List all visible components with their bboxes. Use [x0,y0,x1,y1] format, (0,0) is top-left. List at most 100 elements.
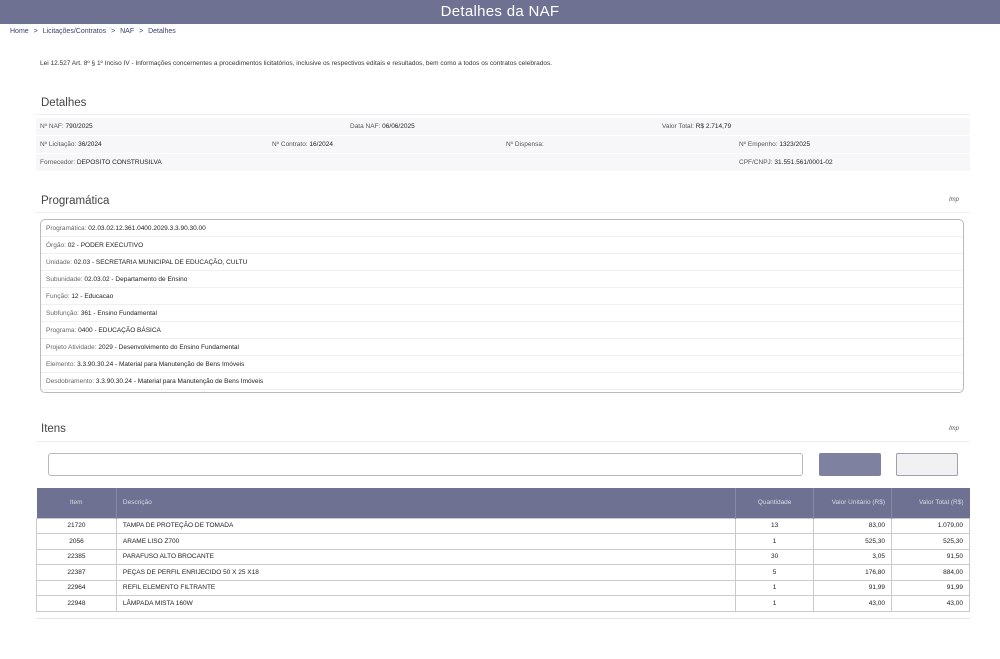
cell-item: 22385 [36,548,117,565]
page-title: Detalhes da NAF [440,3,560,20]
empenho-value: 1323/2025 [779,141,811,148]
divider [36,212,970,213]
cell-quantidade: 1 [735,579,815,596]
prog-label: Subunidade: [46,276,83,283]
col-header-valor-unitario[interactable]: Valor Unitário (R$) [813,488,893,518]
breadcrumb-separator: > [111,28,116,35]
detalhes-title: Detalhes [41,97,87,109]
prog-item-elemento: Elemento: 3.3.90.30.24 - Material para M… [41,356,963,373]
table-row: 21720 TAMPA DE PROTEÇÃO DE TOMADA 13 83,… [36,517,970,534]
table-row: 22964 REFIL ELEMENTO FILTRANTE 1 91,99 9… [36,579,970,596]
fornecedor-field: Fornecedor: DEPOSITO CONSTRUSILVA [40,154,162,171]
cpf-cnpj-value: 31.551.561/0001-02 [774,159,833,166]
empenho-field: Nº Empenho: 1323/2025 [739,136,810,153]
cell-quantidade: 13 [735,517,815,534]
valor-total-field: Valor Total: R$ 2.714,79 [662,118,731,135]
cell-quantidade: 1 [735,533,815,550]
search-button[interactable] [819,453,881,476]
cell-descricao: LÂMPADA MISTA 160W [115,595,737,612]
data-naf-field: Data NAF: 06/06/2025 [350,118,415,135]
prog-value: 12 - Educacao [71,293,114,300]
fornecedor-label: Fornecedor: [40,159,76,166]
cell-descricao: PARAFUSO ALTO BROCANTE [115,548,737,565]
col-header-valor-total[interactable]: Valor Total (R$) [891,488,970,518]
breadcrumb-naf[interactable]: NAF [120,28,134,35]
prog-label: Unidade: [46,259,73,266]
cell-valor-unitario: 43,00 [813,595,893,612]
breadcrumb-licitacoes[interactable]: Licitações/Contratos [43,28,106,35]
clear-button[interactable] [896,453,958,476]
prog-item-orgao: Órgão: 02 - PODER EXECUTIVO [41,237,963,254]
table-header-row: Item Descrição Quantidade Valor Unitário… [36,488,970,518]
cell-descricao: REFIL ELEMENTO FILTRANTE [115,579,737,596]
cell-item: 22948 [36,595,117,612]
breadcrumb: Home > Licitações/Contratos > NAF > Deta… [10,28,179,35]
prog-item-programa: Programa: 0400 - EDUCAÇÃO BÁSICA [41,322,963,339]
cell-item: 2056 [36,533,117,550]
prog-item-unidade: Unidade: 02.03 - SECRETARIA MUNICIPAL DE… [41,254,963,271]
table-row: 22387 PEÇAS DE PERFIL ENRIJECIDO 50 X 25… [36,564,970,581]
data-naf-label: Data NAF: [350,123,381,130]
breadcrumb-separator: > [33,28,38,35]
prog-item-subfuncao: Subfunção: 361 - Ensino Fundamental [41,305,963,322]
cell-quantidade: 5 [735,564,815,581]
programatica-print-link[interactable]: Imp [949,197,959,203]
prog-item-desdobramento: Desdobramento: 3.3.90.30.24 - Material p… [41,373,963,390]
cell-quantidade: 30 [735,548,815,565]
fornecedor-value: DEPOSITO CONSTRUSILVA [76,159,162,166]
prog-value: 3.3.90.30.24 - Material para Manutenção … [77,361,245,368]
prog-item-projeto-atividade: Projeto Atividade: 2029 - Desenvolviment… [41,339,963,356]
prog-item-subunidade: Subunidade: 02.03.02 - Departamento de E… [41,271,963,288]
breadcrumb-home[interactable]: Home [10,28,29,35]
cell-valor-total: 884,00 [891,564,970,581]
divider [36,618,970,619]
cell-valor-total: 1.079,00 [891,517,970,534]
prog-value: 2029 - Desenvolvimento do Ensino Fundame… [98,344,239,351]
prog-label: Programa: [46,327,77,334]
cell-item: 21720 [36,517,117,534]
prog-label: Projeto Atividade: [46,344,97,351]
empenho-label: Nº Empenho: [739,141,778,148]
col-header-quantidade[interactable]: Quantidade [735,488,815,518]
prog-value: 361 - Ensino Fundamental [80,310,157,317]
col-header-descricao[interactable]: Descrição [116,488,737,518]
itens-table: Item Descrição Quantidade Valor Unitário… [36,488,970,612]
naf-label: Nº NAF: [40,123,64,130]
table-row: 22948 LÂMPADA MISTA 160W 1 43,00 43,00 [36,595,970,612]
itens-print-link[interactable]: Imp [949,426,959,432]
dispensa-label: Nº Dispensa: [506,141,544,148]
licitacao-value: 36/2024 [78,141,102,148]
prog-label: Programática: [46,225,87,232]
breadcrumb-detalhes: Detalhes [148,28,176,35]
cell-valor-unitario: 91,99 [813,579,893,596]
prog-item-programatica: Programática: 02.03.02.12.361.0400.2029.… [41,220,963,237]
naf-value: 790/2025 [65,123,93,130]
cell-valor-total: 91,50 [891,548,970,565]
detalhes-row-2: Nº Licitação: 36/2024 Nº Contrato: 16/20… [36,136,970,153]
itens-title: Itens [41,423,66,435]
detalhes-row-1: Nº NAF: 790/2025 Data NAF: 06/06/2025 Va… [36,118,970,135]
cell-valor-unitario: 83,00 [813,517,893,534]
itens-search-input[interactable] [48,453,803,476]
cell-descricao: PEÇAS DE PERFIL ENRIJECIDO 50 X 25 X18 [115,564,737,581]
prog-value: 3.3.90.30.24 - Material para Manutenção … [95,378,264,385]
cell-descricao: TAMPA DE PROTEÇÃO DE TOMADA [115,517,737,534]
contrato-field: Nº Contrato: 16/2024 [272,136,333,153]
cell-valor-total: 43,00 [891,595,970,612]
col-header-item[interactable]: Item [36,488,117,518]
prog-label: Elemento: [46,361,76,368]
prog-value: 02.03 - SECRETARIA MUNICIPAL DE EDUCAÇÃO… [73,259,248,266]
dispensa-field: Nº Dispensa: [506,136,544,153]
cell-descricao: ARAME LISO Z700 [115,533,737,550]
prog-value: 02 - PODER EXECUTIVO [67,242,144,249]
table-row: 2056 ARAME LISO Z700 1 525,30 525,30 [36,533,970,550]
prog-value: 02.03.02 - Departamento de Ensino [84,276,188,283]
cell-quantidade: 1 [735,595,815,612]
licitacao-label: Nº Licitação: [40,141,77,148]
page-header: Detalhes da NAF [0,0,1000,24]
data-naf-value: 06/06/2025 [382,123,415,130]
table-row: 22385 PARAFUSO ALTO BROCANTE 30 3,05 91,… [36,548,970,565]
valor-total-value: R$ 2.714,79 [695,123,732,130]
naf-field: Nº NAF: 790/2025 [40,118,93,135]
prog-value: 0400 - EDUCAÇÃO BÁSICA [78,327,161,334]
